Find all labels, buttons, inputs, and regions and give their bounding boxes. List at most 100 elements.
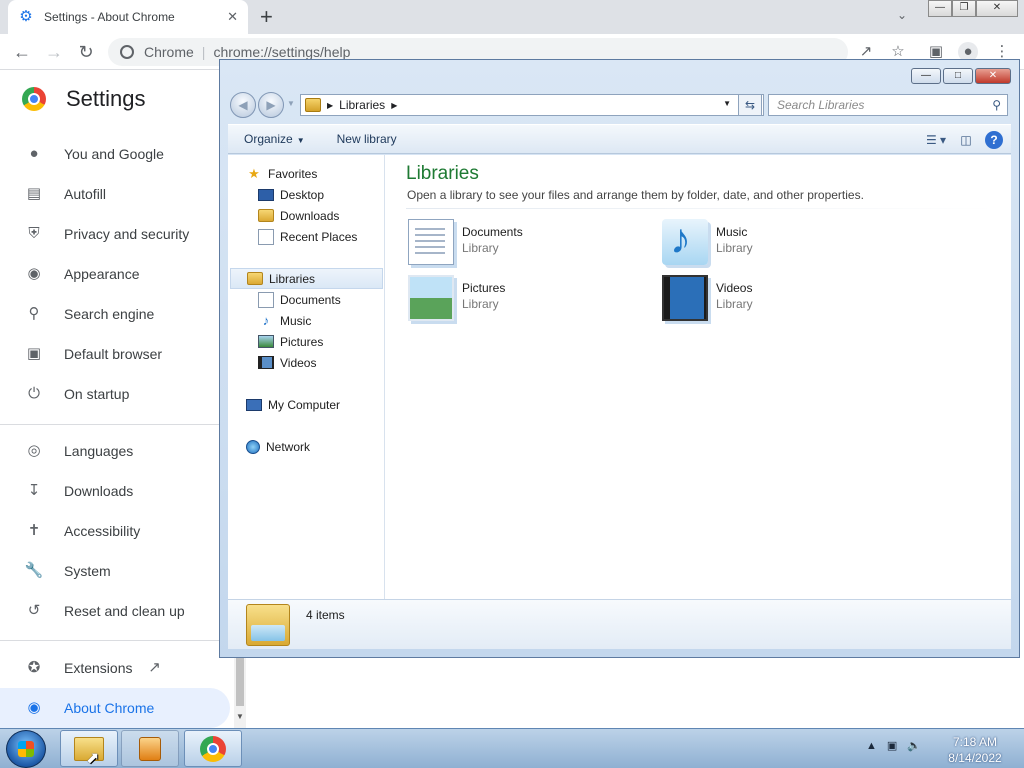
tab-search-chevron-icon[interactable]: ⌄ [897, 8, 907, 22]
back-arrow-icon[interactable]: ← [10, 40, 34, 64]
sidebar-item-default-browser[interactable]: ▣ Default browser [0, 334, 230, 374]
nav-network[interactable]: Network [246, 436, 310, 457]
search-input[interactable]: Search Libraries ⚲ [768, 94, 1008, 116]
accessibility-icon: ✝ [27, 522, 41, 539]
sidebar-item-on-startup[interactable]: ⏻ On startup [0, 374, 230, 414]
chrome-icon: ◉ [27, 699, 41, 716]
chrome-icon [200, 735, 226, 762]
sidebar-item-label: Languages [64, 443, 134, 459]
shield-icon: ⛨ [28, 225, 40, 242]
nav-my-computer[interactable]: My Computer [246, 394, 340, 415]
preview-pane-icon[interactable]: ◫ [955, 130, 977, 150]
breadcrumb-libraries[interactable]: Libraries [339, 98, 385, 112]
omnibox-site-label: Chrome [144, 44, 194, 60]
new-library-button[interactable]: New library [321, 132, 413, 146]
media-player-icon [139, 736, 161, 761]
nav-documents[interactable]: Documents [258, 289, 341, 310]
taskbar-chrome-button[interactable] [184, 730, 242, 767]
nav-favorites[interactable]: ★ Favorites [246, 163, 317, 184]
sidebar-item-you-and-google[interactable]: ● You and Google [0, 134, 230, 174]
puzzle-icon: ✪ [27, 659, 41, 676]
sidebar-item-label: Search engine [64, 306, 155, 322]
sidebar-item-search-engine[interactable]: ⚲ Search engine [0, 294, 230, 334]
sidebar-item-languages[interactable]: ◎ Languages [0, 431, 230, 471]
tab-settings-about-chrome[interactable]: ⚙ Settings - About Chrome ✕ [8, 0, 248, 34]
clock-date: 8/14/2022 [948, 751, 1002, 765]
network-tray-icon[interactable]: ▣ [887, 739, 897, 752]
sidebar-item-label: Privacy and security [64, 226, 190, 242]
sidebar-item-appearance[interactable]: ◉ Appearance [0, 254, 230, 294]
tab-strip: ⚙ Settings - About Chrome ✕ + ⌄ — ❐ ✕ [0, 0, 1024, 34]
omnibox-url: chrome://settings/help [213, 44, 351, 60]
nav-label: Documents [280, 292, 341, 307]
minimize-chrome-button[interactable]: — [928, 0, 952, 17]
address-dropdown-icon[interactable]: ▼ [723, 99, 731, 108]
reload-icon[interactable]: ↻ [74, 40, 98, 64]
explorer-frame: — □ ✕ ◀ ▶ ▼ ▶ Libraries ▶ ▼ ⇆ Search Lib… [220, 60, 1019, 657]
libraries-large-icon [246, 604, 290, 646]
sidebar-item-about-chrome[interactable]: ◉ About Chrome [0, 688, 230, 728]
back-button[interactable]: ◀ [230, 92, 256, 118]
close-chrome-button[interactable]: ✕ [976, 0, 1018, 17]
clock[interactable]: 7:18 AM 8/14/2022 [940, 734, 1010, 766]
person-icon: ● [29, 145, 39, 162]
forward-button[interactable]: ▶ [258, 92, 284, 118]
restore-chrome-button[interactable]: ❐ [952, 0, 976, 17]
search-icon[interactable]: ⚲ [992, 95, 1001, 115]
library-type: Library [716, 297, 753, 311]
library-music[interactable]: Music Library [662, 215, 882, 269]
breadcrumb-arrow-icon[interactable]: ▶ [391, 101, 397, 110]
clock-time: 7:18 AM [952, 735, 998, 749]
sidebar-item-system[interactable]: 🔧 System [0, 551, 230, 591]
library-name: Documents [462, 225, 523, 239]
scroll-down-arrow-icon[interactable]: ▼ [234, 712, 246, 721]
chrome-site-icon [120, 45, 134, 59]
nav-label: My Computer [268, 397, 341, 412]
sidebar-divider [0, 640, 220, 641]
change-view-icon[interactable]: ☰ ▾ [925, 130, 947, 150]
sidebar-item-reset-and-clean-up[interactable]: ↺ Reset and clean up [0, 591, 230, 631]
external-link-icon: ↗ [148, 659, 161, 676]
close-tab-icon[interactable]: ✕ [227, 9, 238, 25]
libraries-description: Open a library to see your files and arr… [407, 188, 864, 202]
minimize-explorer-button[interactable]: — [911, 68, 941, 84]
library-pictures[interactable]: Pictures Library [408, 275, 628, 325]
sidebar-item-accessibility[interactable]: ✝ Accessibility [0, 511, 230, 551]
organize-button[interactable]: Organize ▼ [228, 132, 321, 146]
forward-arrow-icon[interactable]: → [42, 40, 66, 64]
refresh-button[interactable]: ⇆ [738, 94, 762, 116]
volume-icon[interactable]: 🔈 [907, 739, 921, 752]
recent-pages-chevron-icon[interactable]: ▼ [286, 92, 296, 118]
computer-icon [246, 398, 262, 411]
address-bar[interactable]: ▶ Libraries ▶ ▼ [300, 94, 764, 116]
sidebar-item-autofill[interactable]: ▤ Autofill [0, 174, 230, 214]
clipboard-icon: ▤ [26, 185, 42, 202]
settings-title: Settings [66, 86, 146, 111]
nav-downloads[interactable]: Downloads [258, 205, 339, 226]
library-documents[interactable]: Documents Library [408, 219, 628, 269]
sidebar-item-extensions[interactable]: ✪ Extensions ↗ [0, 648, 230, 688]
help-icon[interactable]: ? [985, 131, 1003, 149]
nav-recent-places[interactable]: Recent Places [258, 226, 357, 247]
nav-desktop[interactable]: Desktop [258, 184, 324, 205]
start-button[interactable] [6, 730, 46, 768]
sidebar-item-downloads[interactable]: ↧ Downloads [0, 471, 230, 511]
new-tab-button[interactable]: + [260, 4, 273, 30]
taskbar: ▲ ▣ 🔈 7:18 AM 8/14/2022 [0, 728, 1024, 768]
sidebar-item-privacy-and-security[interactable]: ⛨ Privacy and security [0, 214, 230, 254]
nav-pictures[interactable]: Pictures [258, 331, 323, 352]
show-hidden-icons-icon[interactable]: ▲ [866, 740, 877, 752]
maximize-explorer-button[interactable]: □ [943, 68, 973, 84]
close-explorer-button[interactable]: ✕ [975, 68, 1011, 84]
breadcrumb-arrow-icon[interactable]: ▶ [327, 101, 333, 110]
library-videos[interactable]: Videos Library [662, 275, 882, 325]
explorer-window: — □ ✕ ◀ ▶ ▼ ▶ Libraries ▶ ▼ ⇆ Search Lib… [219, 59, 1020, 658]
pictures-library-icon [408, 275, 454, 321]
nav-libraries[interactable]: Libraries [230, 268, 383, 289]
system-tray: ▲ ▣ 🔈 [866, 739, 931, 753]
nav-music[interactable]: ♪ Music [258, 310, 312, 331]
mouse-cursor-icon: ⬈ [86, 750, 100, 767]
nav-videos[interactable]: Videos [258, 352, 316, 373]
taskbar-media-player-button[interactable] [121, 730, 179, 767]
documents-library-icon [408, 219, 454, 265]
